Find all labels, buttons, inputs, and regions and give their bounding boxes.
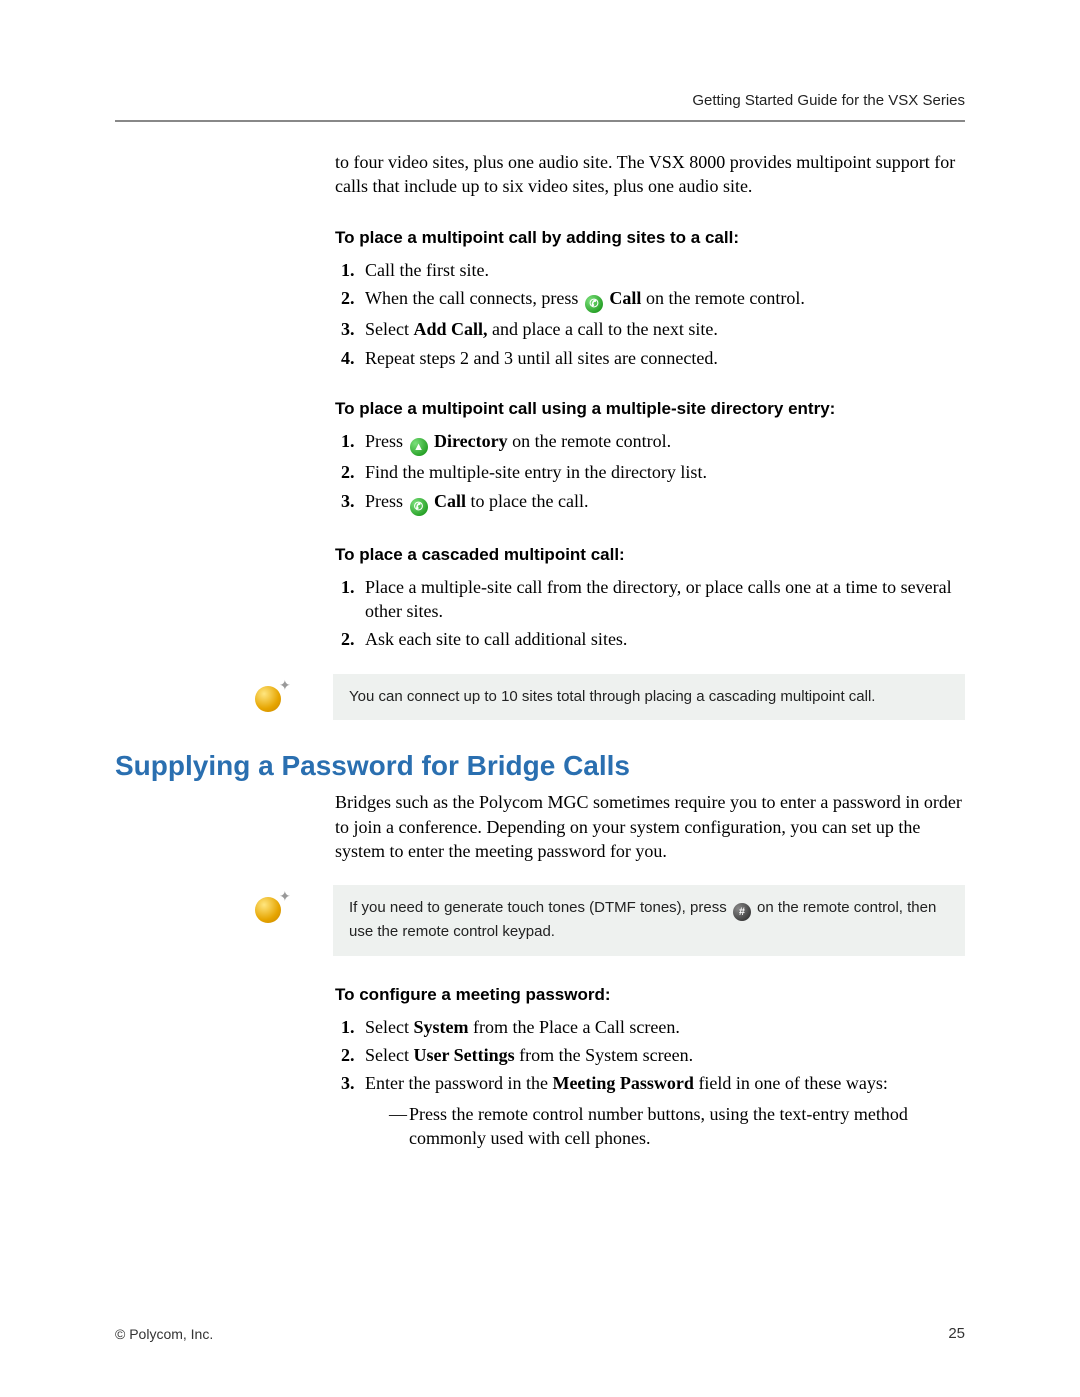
step-bold: System [413,1017,468,1037]
step-text: to place the call. [471,491,589,511]
body-column: Bridges such as the Polycom MGC sometime… [335,790,965,863]
body-column: to four video sites, plus one audio site… [335,150,965,652]
intro-continuation: to four video sites, plus one audio site… [335,150,965,199]
header-rule [115,120,965,122]
lightbulb-icon: ✦ [255,893,285,923]
note-text: If you need to generate touch tones (DTM… [349,899,731,916]
running-header: Getting Started Guide for the VSX Series [692,92,965,109]
step-text: from the Place a Call screen. [473,1017,680,1037]
step: Ask each site to call additional sites. [359,627,965,651]
step-text: Press [365,431,408,451]
subhead-cascaded: To place a cascaded multipoint call: [335,544,965,567]
footer-copyright: © Polycom, Inc. [115,1326,213,1342]
subhead-add-sites: To place a multipoint call by adding sit… [335,227,965,250]
step: Find the multiple-site entry in the dire… [359,460,965,484]
note-icon-cell: ✦ [255,674,315,712]
section-heading-bridge-password: Supplying a Password for Bridge Calls [115,750,965,782]
step-text: field in one of these ways: [698,1073,887,1093]
note-icon-cell: ✦ [255,885,315,923]
body-column: To configure a meeting password: Select … [335,984,965,1150]
step-text: When the call connects, press [365,288,583,308]
hash-icon: # [733,903,751,921]
step-bold: Call [434,491,466,511]
step: Repeat steps 2 and 3 until all sites are… [359,346,965,370]
step-text: Repeat steps 2 and 3 until all sites are… [365,348,718,368]
step: When the call connects, press ✆ Call on … [359,286,965,313]
note-row: ✦ You can connect up to 10 sites total t… [115,674,965,721]
bridge-intro: Bridges such as the Polycom MGC sometime… [335,790,965,863]
directory-icon: ▲ [410,438,428,456]
step-text: Select [365,1017,413,1037]
step: Select User Settings from the System scr… [359,1043,965,1067]
step-bold: Add Call, [413,319,487,339]
step-text: on the remote control. [512,431,671,451]
step-text: Place a multiple-site call from the dire… [365,577,952,621]
step-bold: Meeting Password [552,1073,693,1093]
subhead-configure-password: To configure a meeting password: [335,984,965,1007]
step-text: from the System screen. [519,1045,693,1065]
step: Press ✆ Call to place the call. [359,489,965,516]
step-bold: User Settings [413,1045,514,1065]
step-bold: Directory [434,431,508,451]
steps-add-sites: Call the first site. When the call conne… [335,258,965,370]
step-text: Select [365,319,413,339]
note-box: You can connect up to 10 sites total thr… [333,674,965,721]
step-text: Call the first site. [365,260,489,280]
sub-item: Press the remote control number buttons,… [389,1102,965,1151]
step: Select System from the Place a Call scre… [359,1015,965,1039]
step: Press ▲ Directory on the remote control. [359,429,965,456]
steps-configure-password: Select System from the Place a Call scre… [335,1015,965,1150]
subhead-directory-entry: To place a multipoint call using a multi… [335,398,965,421]
steps-cascaded: Place a multiple-site call from the dire… [335,575,965,652]
page-content: to four video sites, plus one audio site… [115,150,965,1160]
step-text: Press [365,491,408,511]
note-box: If you need to generate touch tones (DTM… [333,885,965,956]
step-text: Find the multiple-site entry in the dire… [365,462,707,482]
step-text: Select [365,1045,413,1065]
step-text: Ask each site to call additional sites. [365,629,627,649]
step: Place a multiple-site call from the dire… [359,575,965,624]
lightbulb-icon: ✦ [255,682,285,712]
note-row: ✦ If you need to generate touch tones (D… [115,885,965,956]
step-text: and place a call to the next site. [492,319,718,339]
sub-list: Press the remote control number buttons,… [365,1102,965,1151]
sub-text: Press the remote control number buttons,… [409,1104,908,1148]
steps-directory-entry: Press ▲ Directory on the remote control.… [335,429,965,516]
step-bold: Call [609,288,641,308]
document-page: Getting Started Guide for the VSX Series… [0,0,1080,1397]
call-icon: ✆ [410,498,428,516]
step-text: on the remote control. [646,288,805,308]
step: Select Add Call, and place a call to the… [359,317,965,341]
step: Enter the password in the Meeting Passwo… [359,1071,965,1150]
step-text: Enter the password in the [365,1073,552,1093]
step: Call the first site. [359,258,965,282]
page-number: 25 [948,1325,965,1342]
call-icon: ✆ [585,295,603,313]
